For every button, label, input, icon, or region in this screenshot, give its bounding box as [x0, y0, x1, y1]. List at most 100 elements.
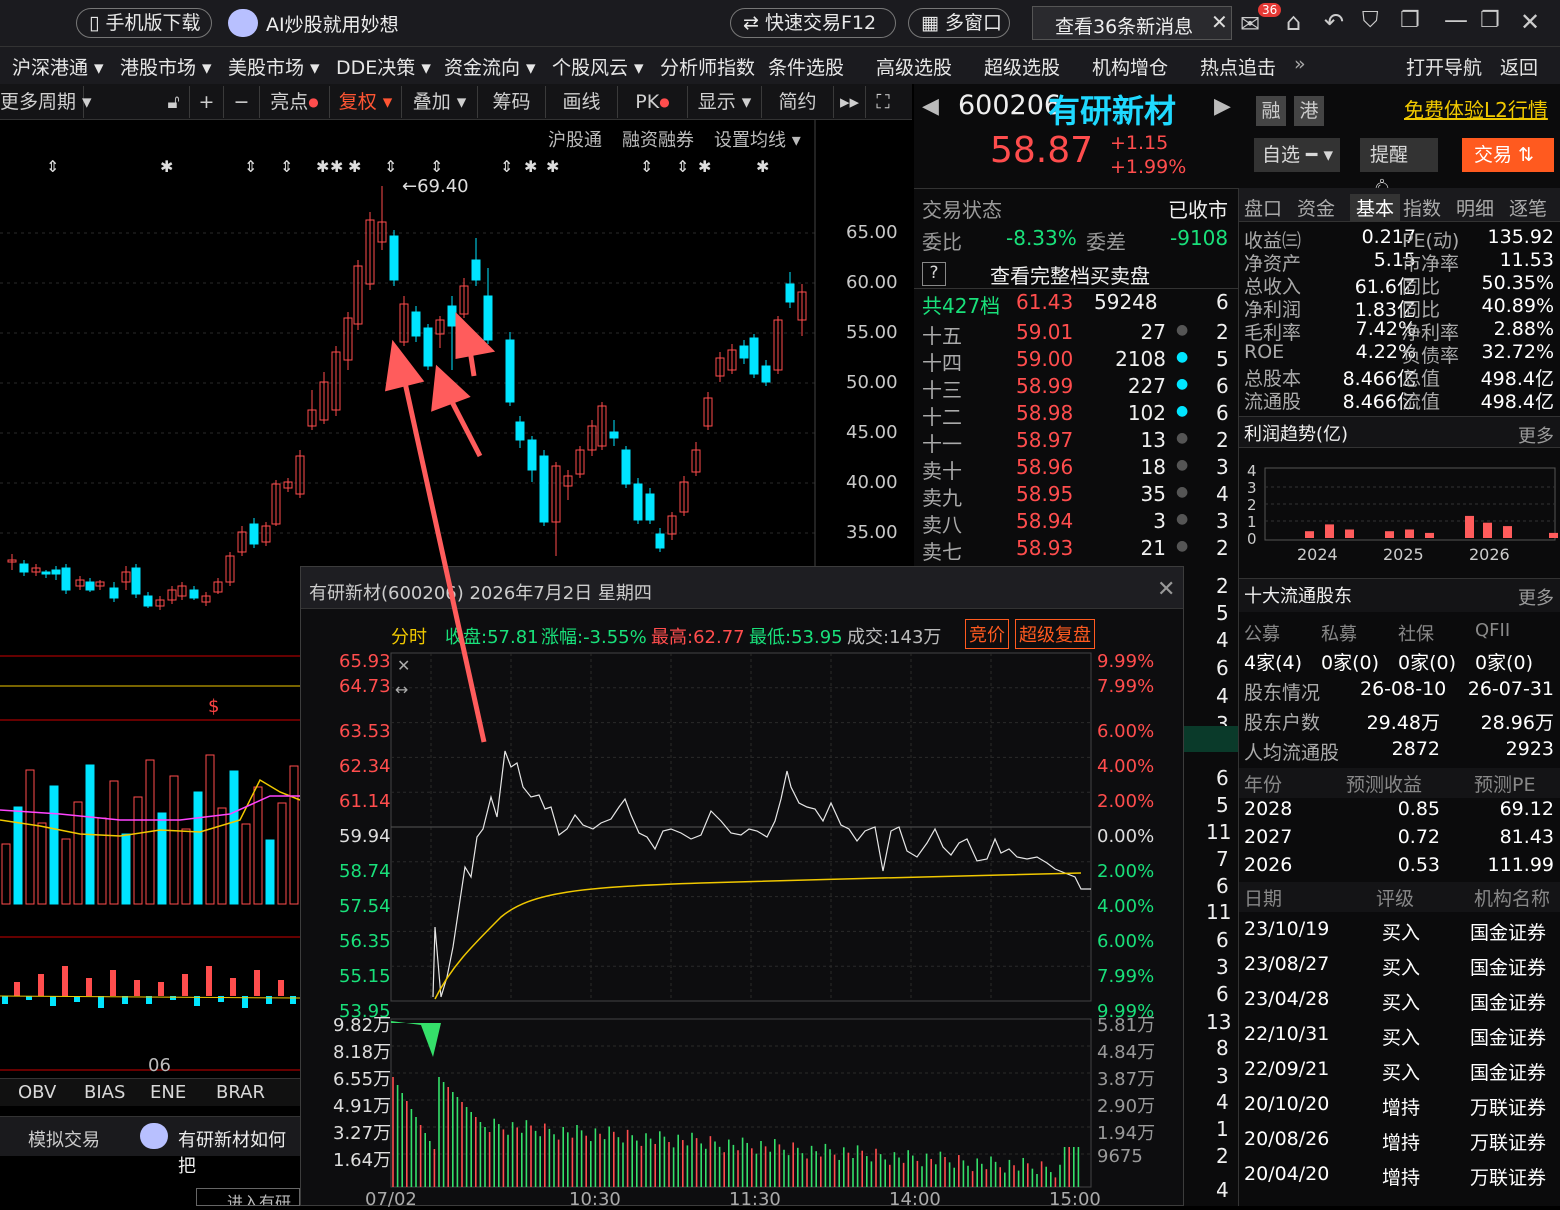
- trade-button[interactable]: 交易 ⇅: [1462, 138, 1554, 172]
- candle: [411, 311, 421, 337]
- overlay-button[interactable]: 叠加 ▾: [402, 86, 478, 118]
- zoom-out-icon[interactable]: −: [224, 86, 260, 118]
- pk-button[interactable]: PK●: [618, 86, 688, 118]
- event-marker[interactable]: ✱: [546, 157, 559, 176]
- back-button[interactable]: 返回: [1500, 53, 1538, 80]
- intraday-chart[interactable]: ✕↔: [301, 567, 1185, 1207]
- window-close-icon[interactable]: ✕: [1520, 8, 1540, 36]
- draw-button[interactable]: 画线: [546, 86, 618, 118]
- sim-trade-link[interactable]: 模拟交易: [28, 1126, 100, 1152]
- menu-item[interactable]: 沪深港通 ▾: [12, 53, 104, 80]
- menu-item[interactable]: 港股市场 ▾: [120, 53, 212, 80]
- shirt-icon[interactable]: ⛉: [1362, 8, 1379, 33]
- menu-item[interactable]: 热点追击: [1200, 53, 1276, 80]
- level-dot: ●: [1176, 457, 1189, 473]
- holder-head: 公募: [1244, 624, 1280, 645]
- highlight-button[interactable]: 亮点●: [260, 86, 330, 118]
- maximize-icon[interactable]: ❐: [1480, 8, 1500, 33]
- event-marker[interactable]: ✱: [524, 157, 537, 176]
- fc-eps: 0.85: [1397, 798, 1440, 820]
- close-icon[interactable]: ✕: [1211, 10, 1228, 34]
- menu-item[interactable]: 分析师指数: [660, 53, 755, 80]
- undo-icon[interactable]: ↶: [1324, 8, 1344, 36]
- event-marker[interactable]: ✱: [698, 157, 711, 176]
- left-y-tick: 59.94: [339, 826, 391, 847]
- mobile-download-button[interactable]: ▯ 手机版下载: [76, 8, 212, 38]
- ai-link[interactable]: AI炒股就用妙想: [266, 10, 399, 37]
- home-icon[interactable]: ⌂: [1286, 8, 1301, 36]
- l2-trial-link[interactable]: 免费体验L2行情: [1404, 94, 1548, 123]
- period-select[interactable]: 更多周期 ▾: [0, 86, 92, 118]
- profit-x-tick: 2026: [1469, 545, 1510, 564]
- help-icon[interactable]: ?: [922, 262, 946, 286]
- multi-window-button[interactable]: ▦ 多窗口: [908, 8, 1010, 38]
- enter-button[interactable]: 进入有研: [196, 1188, 300, 1206]
- event-marker[interactable]: ✱: [160, 157, 173, 176]
- adjust-button[interactable]: 复权 ▾: [330, 86, 402, 118]
- ai-question-link[interactable]: 有研新材如何把: [178, 1126, 300, 1178]
- phone-icon: ▯: [89, 12, 100, 34]
- menu-item[interactable]: 美股市场 ▾: [228, 53, 320, 80]
- more-link[interactable]: 更多: [1518, 584, 1554, 610]
- event-marker[interactable]: ✱: [330, 157, 343, 176]
- event-marker[interactable]: ⇕: [500, 157, 513, 176]
- tab-obv[interactable]: OBV: [18, 1082, 56, 1103]
- more-link[interactable]: 更多: [1518, 422, 1554, 448]
- tab-ene[interactable]: ENE: [150, 1082, 186, 1103]
- rt-head: 日期: [1244, 888, 1283, 910]
- tab-0[interactable]: 盘口: [1244, 194, 1282, 221]
- right-y-tick: 7.99%: [1097, 676, 1155, 697]
- lock-icon[interactable]: 🔓︎: [158, 86, 190, 118]
- window-icon[interactable]: ❐: [1400, 8, 1420, 33]
- tab-bias[interactable]: BIAS: [84, 1082, 125, 1103]
- play-icon[interactable]: ▸▸: [834, 86, 866, 118]
- event-marker[interactable]: ⇕: [640, 157, 653, 176]
- event-marker[interactable]: ✱: [316, 157, 329, 176]
- full-book-link[interactable]: 查看完整档买卖盘: [990, 260, 1150, 289]
- prev-stock-icon[interactable]: ◀: [922, 94, 939, 119]
- right-y-tick: 2.00%: [1097, 791, 1155, 812]
- event-marker[interactable]: ⇕: [676, 157, 689, 176]
- level-label: 十四: [922, 351, 962, 375]
- fullscreen-icon[interactable]: ⛶: [866, 86, 900, 118]
- menu-item[interactable]: 个股风云 ▾: [552, 53, 644, 80]
- volume-bar: [109, 780, 119, 905]
- menu-item[interactable]: 超级选股: [984, 53, 1060, 80]
- simple-button[interactable]: 简约: [762, 86, 834, 118]
- more-icon[interactable]: »: [1294, 53, 1306, 75]
- menu-item[interactable]: 机构增仓: [1092, 53, 1168, 80]
- event-marker[interactable]: ⇕: [280, 157, 293, 176]
- minimize-icon[interactable]: —: [1444, 6, 1468, 34]
- volume-bar: [265, 839, 275, 905]
- event-marker[interactable]: ⇕: [46, 157, 59, 176]
- tab-1[interactable]: 资金: [1297, 194, 1335, 221]
- fund-value: 50.35%: [1481, 272, 1554, 294]
- display-button[interactable]: 显示 ▾: [688, 86, 762, 118]
- alert-button[interactable]: 提醒 🔔︎: [1360, 138, 1438, 200]
- expand-icon[interactable]: ↔: [395, 680, 408, 699]
- menu-item[interactable]: 资金流向 ▾: [444, 53, 536, 80]
- event-marker[interactable]: ⇕: [244, 157, 257, 176]
- tab-2[interactable]: 基本: [1350, 194, 1401, 221]
- zoom-reset-icon[interactable]: ✕: [397, 656, 410, 675]
- menu-item[interactable]: 条件选股: [768, 53, 844, 80]
- event-marker[interactable]: ✱: [348, 157, 361, 176]
- mail-icon[interactable]: ✉: [1240, 10, 1260, 38]
- fast-trade-button[interactable]: ⇄ 快速交易F12: [730, 8, 896, 38]
- watchlist-button[interactable]: 自选 ━ ▾: [1254, 138, 1340, 172]
- next-stock-icon[interactable]: ▶: [1214, 94, 1231, 119]
- menu-item[interactable]: 高级选股: [876, 53, 952, 80]
- event-marker[interactable]: ⇕: [430, 157, 443, 176]
- tab-3[interactable]: 指数: [1403, 194, 1441, 221]
- menu-item[interactable]: DDE决策 ▾: [336, 53, 431, 80]
- tab-brar[interactable]: BRAR: [216, 1082, 265, 1103]
- tab-5[interactable]: 逐笔: [1509, 194, 1547, 221]
- zoom-in-icon[interactable]: +: [190, 86, 224, 118]
- news-button[interactable]: 查看36条新消息 ✕: [1032, 6, 1232, 40]
- level-count: 5: [1216, 601, 1229, 625]
- chips-button[interactable]: 筹码: [478, 86, 546, 118]
- tab-4[interactable]: 明细: [1456, 194, 1494, 221]
- event-marker[interactable]: ✱: [756, 157, 769, 176]
- open-nav-button[interactable]: 打开导航: [1406, 53, 1482, 80]
- event-marker[interactable]: ⇕: [384, 157, 397, 176]
